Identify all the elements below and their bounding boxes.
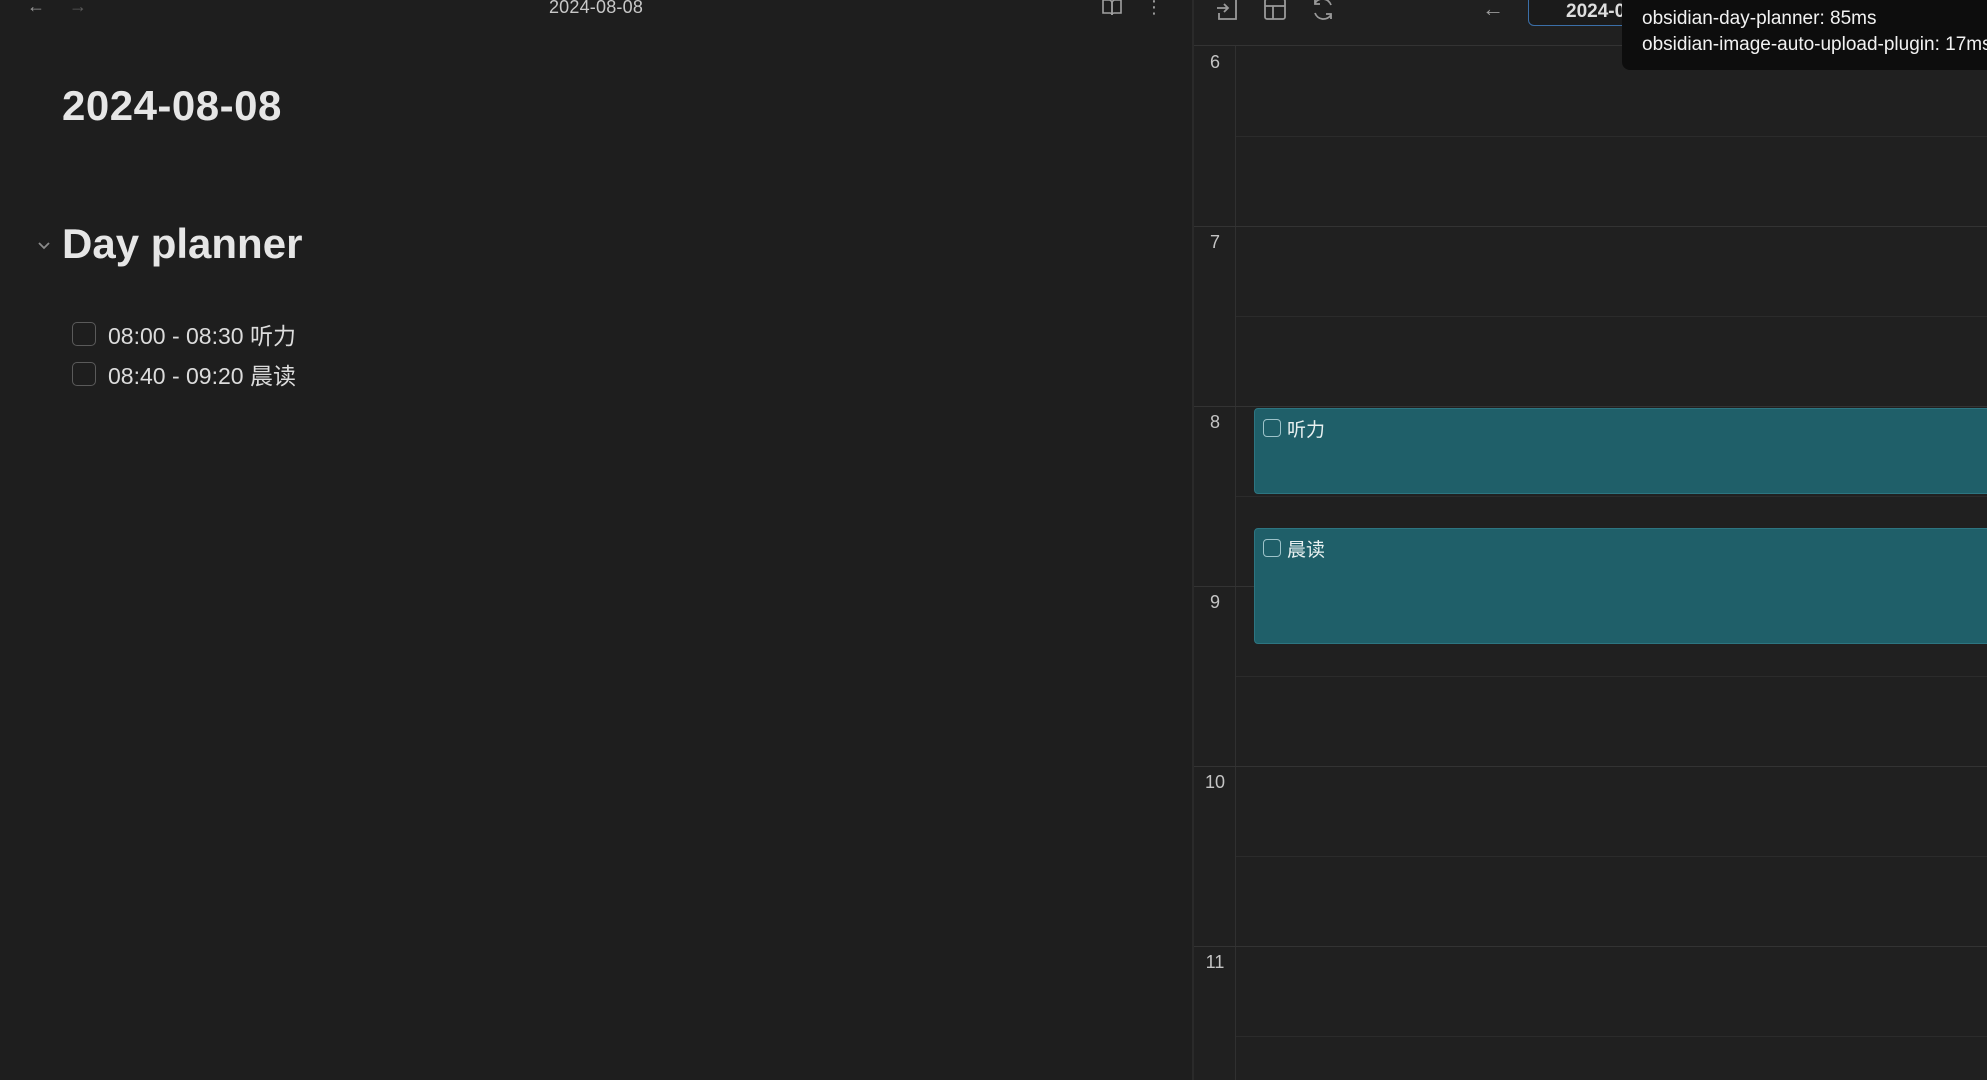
document-title: 2024-08-08: [62, 82, 282, 129]
half-hour-line: [1236, 316, 1987, 317]
event-title: 晨读: [1287, 540, 1326, 561]
half-hour-line: [1236, 856, 1987, 857]
hour-gutter: [1194, 46, 1236, 1080]
half-hour-line: [1236, 136, 1987, 137]
editor-header: ← → 2024-08-08 ⋮: [0, 0, 1192, 18]
hour-label: 10: [1204, 772, 1226, 792]
timeline[interactable]: 6 7 8 9 10 11 听力 晨读: [1194, 46, 1987, 1080]
task-checkbox[interactable]: [72, 362, 96, 386]
chevron-down-icon[interactable]: [36, 238, 52, 254]
task-text: 08:40 - 09:20 晨读: [108, 363, 296, 389]
task-text: 08:00 - 08:30 听力: [108, 323, 296, 349]
hour-label: 7: [1209, 232, 1220, 252]
hour-label: 9: [1209, 592, 1220, 612]
task-item: 08:00 - 08:30 听力: [72, 314, 296, 354]
obsidian-window: ← → 2024-08-08 ⋮ 2024-08-08 Day planner …: [0, 0, 1987, 1080]
half-hour-line: [1236, 496, 1987, 497]
planner-event[interactable]: 听力: [1254, 408, 1987, 494]
half-hour-line: [1236, 676, 1987, 677]
event-checkbox[interactable]: [1263, 539, 1281, 557]
half-hour-line: [1236, 1036, 1987, 1037]
editor-pane: ← → 2024-08-08 ⋮ 2024-08-08 Day planner …: [0, 0, 1192, 1080]
previous-day-arrow-icon[interactable]: ←: [1482, 0, 1504, 22]
note-header-title: 2024-08-08: [548, 0, 644, 17]
task-list: 08:00 - 08:30 听力 08:40 - 09:20 晨读: [72, 314, 296, 394]
table-icon[interactable]: [1262, 0, 1290, 24]
task-checkbox[interactable]: [72, 322, 96, 346]
hour-line: [1194, 946, 1987, 947]
plugin-timing-tooltip: obsidian-day-planner: 85ms obsidian-imag…: [1622, 0, 1987, 70]
more-options-icon[interactable]: ⋮: [1142, 0, 1166, 17]
event-title: 听力: [1287, 420, 1326, 441]
refresh-icon[interactable]: [1310, 0, 1338, 24]
reading-view-icon[interactable]: [1100, 0, 1124, 17]
hour-line: [1194, 406, 1987, 407]
planner-event[interactable]: 晨读: [1254, 528, 1987, 644]
task-item: 08:40 - 09:20 晨读: [72, 354, 296, 394]
hour-label: 6: [1209, 52, 1220, 72]
hour-line: [1194, 226, 1987, 227]
hour-line: [1194, 766, 1987, 767]
hour-label: 8: [1209, 412, 1220, 432]
tooltip-line: obsidian-day-planner: 85ms: [1642, 8, 1877, 29]
hour-label: 11: [1205, 952, 1225, 972]
export-icon[interactable]: [1214, 0, 1242, 24]
section-heading-day-planner: Day planner: [62, 220, 303, 267]
event-checkbox[interactable]: [1263, 419, 1281, 437]
day-planner-pane: ← 2024-0 6 7 8 9 10 11 听力 晨读: [1194, 0, 1987, 1080]
tooltip-line: obsidian-image-auto-upload-plugin: 17ms: [1642, 34, 1987, 55]
